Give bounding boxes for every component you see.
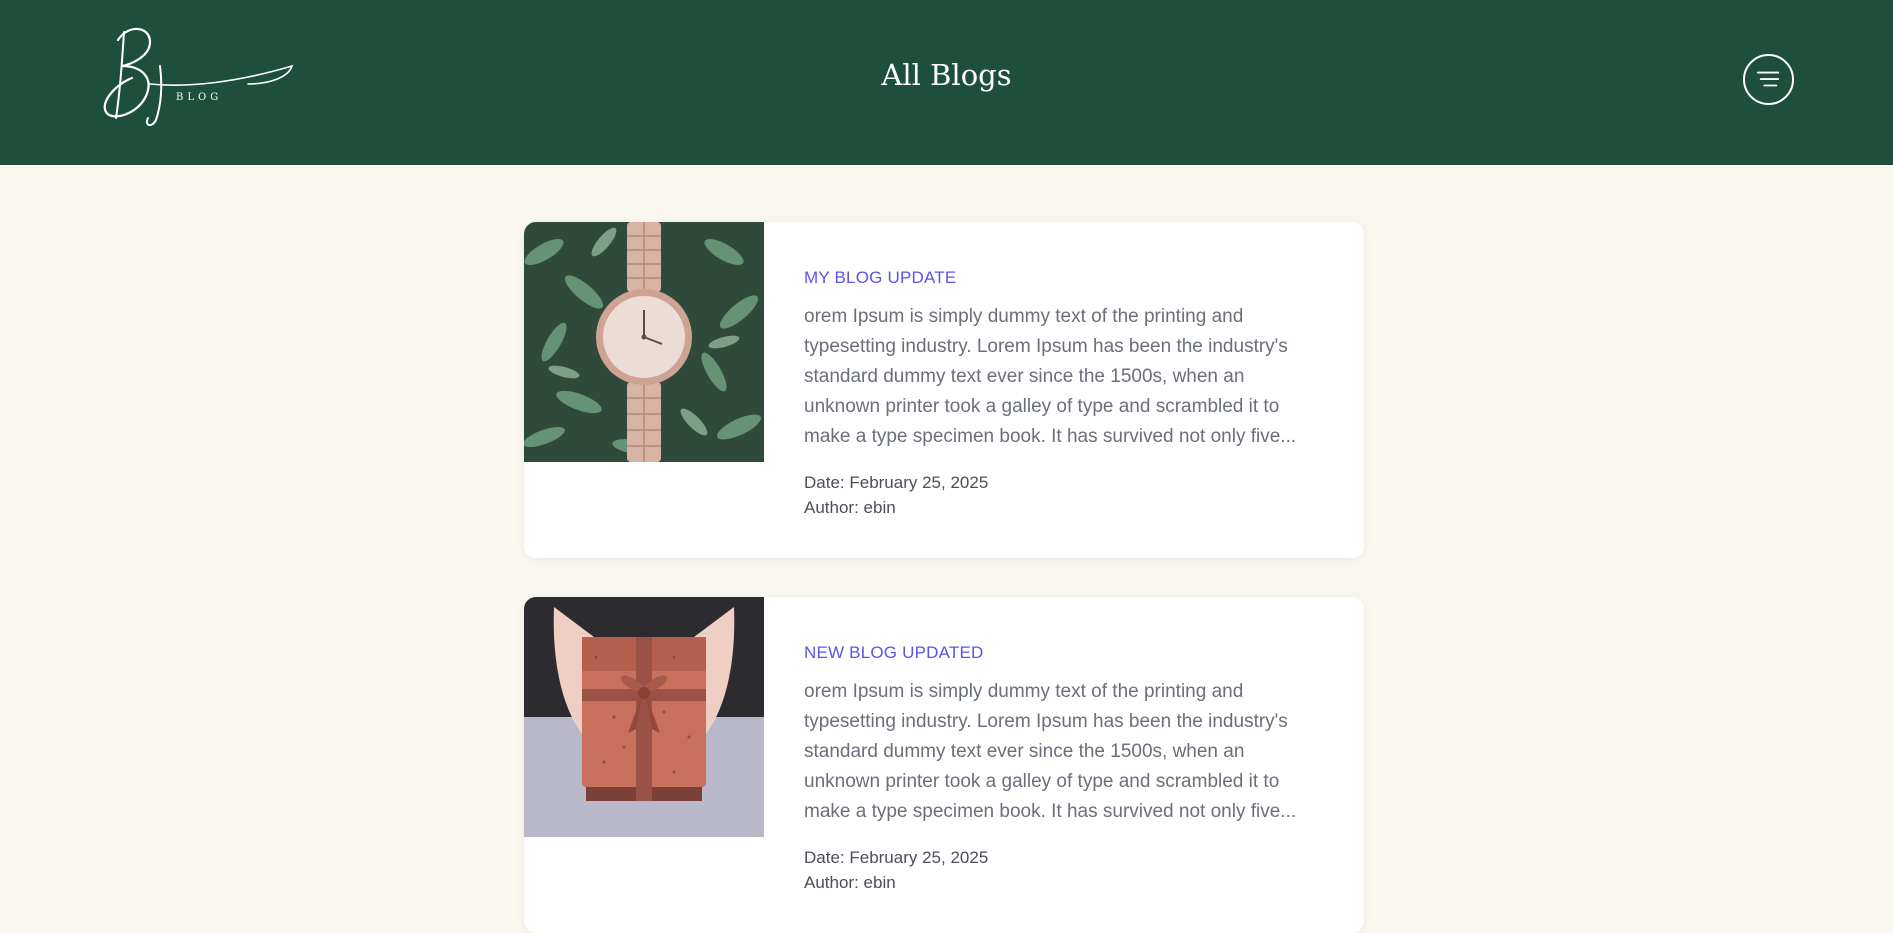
- blog-date: Date: February 25, 2025: [804, 473, 989, 492]
- page-title: All Blogs: [881, 58, 1012, 92]
- blog-thumbnail-gift[interactable]: [524, 597, 764, 837]
- blog-excerpt: orem Ipsum is simply dummy text of the p…: [804, 306, 1297, 447]
- blog-date: Date: February 25, 2025: [804, 848, 989, 867]
- blog-author: Author: ebin: [804, 873, 896, 892]
- blog-author: Author: ebin: [804, 498, 896, 517]
- menu-button[interactable]: [1743, 54, 1794, 105]
- blog-card[interactable]: NEW BLOG UPDATED orem Ipsum is simply du…: [524, 597, 1364, 933]
- blog-card-body: MY BLOG UPDATE orem Ipsum is simply dumm…: [804, 266, 1324, 520]
- blog-meta: Date: February 25, 2025 Author: ebin: [804, 470, 1324, 520]
- logo-text: BLOG: [176, 92, 222, 103]
- blog-card[interactable]: MY BLOG UPDATE orem Ipsum is simply dumm…: [524, 222, 1364, 558]
- blog-card-body: NEW BLOG UPDATED orem Ipsum is simply du…: [804, 641, 1324, 895]
- site-header: BLOG All Blogs: [0, 0, 1893, 165]
- blog-excerpt: orem Ipsum is simply dummy text of the p…: [804, 681, 1297, 822]
- wristwatch-image-icon: [524, 222, 764, 462]
- blog-meta: Date: February 25, 2025 Author: ebin: [804, 845, 1324, 895]
- gift-box-image-icon: [524, 597, 764, 837]
- blog-title[interactable]: MY BLOG UPDATE: [804, 266, 1324, 290]
- blog-thumbnail-watch[interactable]: [524, 222, 764, 462]
- blog-title[interactable]: NEW BLOG UPDATED: [804, 641, 1324, 665]
- hamburger-menu-icon: [1756, 71, 1780, 87]
